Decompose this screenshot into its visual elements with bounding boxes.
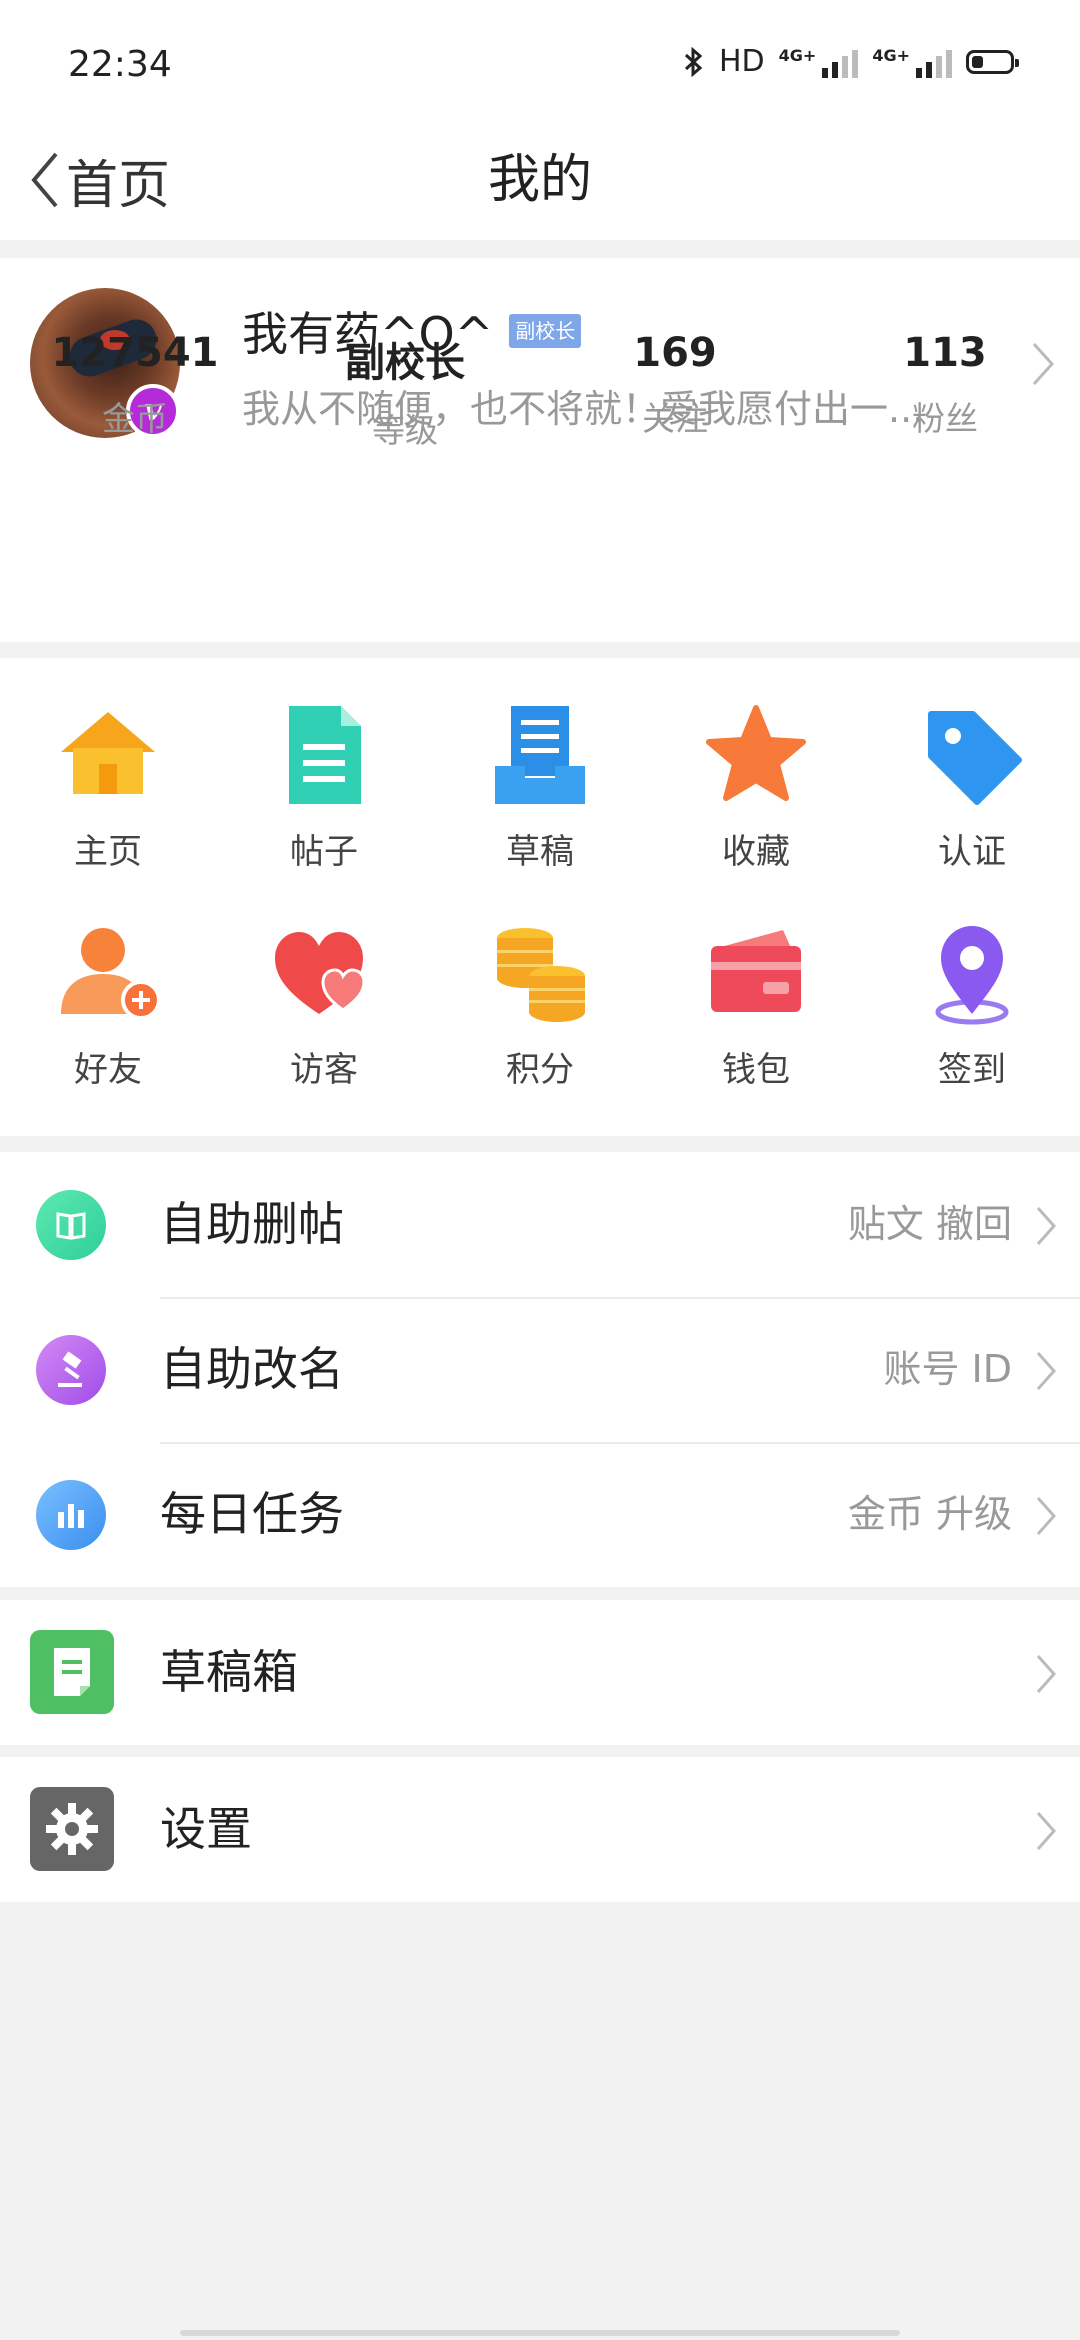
network-2-type: 4G+ [872,45,910,65]
grid-item-label: 积分 [506,1050,574,1090]
star-icon [701,700,811,810]
stat-value: 副校长 [345,340,465,386]
settings-gear-icon [30,1787,114,1871]
draft-tray-icon [485,700,595,810]
battery-icon [966,49,1019,74]
chevron-right-icon [1036,1207,1057,1245]
signal-1-icon: 4G+ [779,46,859,78]
grid-item-home[interactable]: 主页 [0,700,216,873]
status-time: 22:34 [68,44,172,85]
row-subtitle: 贴文 撤回 [847,1202,1012,1246]
location-pin-icon [917,918,1027,1028]
grid-item-verify[interactable]: 认证 [864,700,1080,873]
coins-icon [485,918,595,1028]
row-title: 草稿箱 [160,1645,298,1699]
stat-label: 等级 [372,411,438,450]
stat-value: 113 [903,330,987,376]
hd-indicator: HD [718,44,765,79]
chevron-right-icon [1036,1497,1057,1535]
grid-item-posts[interactable]: 帖子 [216,700,432,873]
list-item-self-delete-post[interactable]: 自助删帖 贴文 撤回 [0,1152,1080,1297]
tag-icon [917,700,1027,810]
settings-list: 设置 [0,1757,1080,1902]
status-icons: HD 4G+ 4G+ [683,44,1019,79]
grid-item-label: 钱包 [722,1050,790,1090]
list-item-settings[interactable]: 设置 [0,1757,1080,1902]
stat-value: 169 [633,330,717,376]
document-icon [269,700,379,810]
stat-following[interactable]: 169 关注 [540,330,810,452]
chevron-right-icon [1036,1352,1057,1390]
stat-value: 127541 [51,330,219,376]
home-indicator[interactable] [180,2330,900,2336]
grid-item-points[interactable]: 积分 [432,918,648,1091]
stat-label: 金币 [102,399,168,438]
book-icon [36,1190,106,1260]
list-item-daily-tasks[interactable]: 每日任务 金币 升级 [0,1442,1080,1587]
row-subtitle: 金币 升级 [847,1492,1012,1536]
row-title: 自助改名 [160,1342,344,1396]
grid-item-checkin[interactable]: 签到 [864,918,1080,1091]
gavel-icon [36,1335,106,1405]
row-title: 设置 [160,1802,252,1856]
grid-item-label: 好友 [74,1050,142,1090]
status-bar: 22:34 HD 4G+ 4G+ [0,0,1080,120]
chevron-right-icon [1036,1655,1057,1693]
list-item-draft-box[interactable]: 草稿箱 [0,1600,1080,1745]
row-subtitle: 账号 ID [883,1347,1012,1391]
grid-item-label: 认证 [938,832,1006,872]
tools-list: 自助删帖 贴文 撤回 自助改名 账号 ID 每日任务 金币 升级 [0,1152,1080,1587]
grid-item-visitors[interactable]: 访客 [216,918,432,1091]
signal-2-icon: 4G+ [872,46,952,78]
grid-item-label: 签到 [938,1050,1006,1090]
grid-item-label: 草稿 [506,832,574,872]
grid-item-favorites[interactable]: 收藏 [648,700,864,873]
grid-item-label: 帖子 [290,832,358,872]
grid-item-friends[interactable]: 好友 [0,918,216,1091]
grid-item-label: 收藏 [722,832,790,872]
grid-item-label: 主页 [74,832,142,872]
grid-item-drafts[interactable]: 草稿 [432,700,648,873]
wallet-icon [701,918,811,1028]
stat-level[interactable]: 副校长 等级 [270,330,540,452]
network-1-type: 4G+ [778,45,817,65]
hearts-icon [269,918,379,1028]
bar-chart-icon [36,1480,106,1550]
stat-label: 粉丝 [912,399,978,438]
feature-grid: 主页 帖子 草稿 收藏 认证 好友 访客 积分 钱包 签到 [0,658,1080,1136]
row-title: 每日任务 [160,1487,344,1541]
add-friend-icon [53,918,163,1028]
stat-coins[interactable]: 127541 金币 [0,330,270,452]
stat-followers[interactable]: 113 粉丝 [810,330,1080,452]
list-item-self-rename[interactable]: 自助改名 账号 ID [0,1297,1080,1442]
row-title: 自助删帖 [160,1197,344,1251]
nav-bar: 首页 我的 [0,120,1080,240]
chevron-right-icon [1036,1812,1057,1850]
drafts-list: 草稿箱 [0,1600,1080,1745]
bluetooth-icon [684,46,703,77]
page-title: 我的 [487,150,592,210]
profile-stats: 127541 金币 副校长 等级 169 关注 113 粉丝 [0,330,1080,452]
stat-label: 关注 [642,399,708,438]
grid-item-wallet[interactable]: 钱包 [648,918,864,1091]
grid-item-label: 访客 [290,1050,358,1090]
draft-box-icon [30,1630,114,1714]
home-icon [53,700,163,810]
